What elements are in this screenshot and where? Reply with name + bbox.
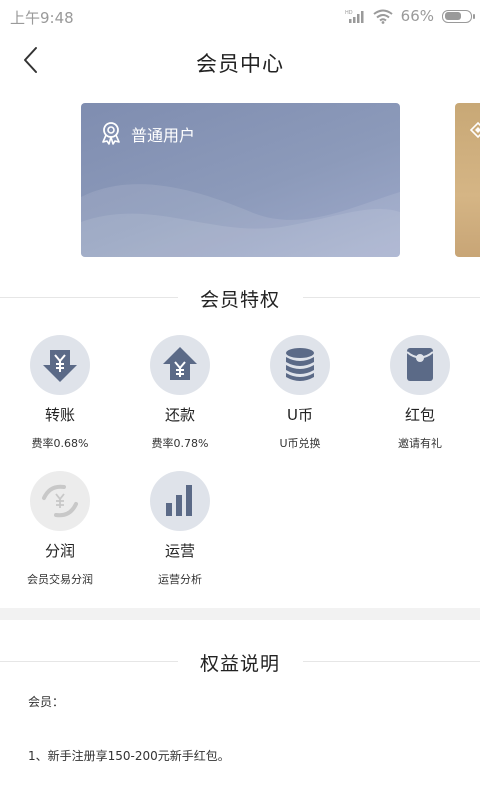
svg-text:HD: HD <box>345 10 353 16</box>
diamond-icon <box>469 121 480 139</box>
privilege-icon-circle <box>270 335 330 395</box>
privilege-name: 红包 <box>404 406 435 424</box>
wifi-icon <box>373 9 393 24</box>
privilege-repay[interactable]: 还款 费率0.78% <box>120 335 240 451</box>
rights-header: 权益说明 <box>0 647 480 677</box>
battery-icon <box>442 9 475 23</box>
privilege-operations[interactable]: 运营 运营分析 <box>120 471 240 587</box>
red-envelope-icon <box>406 348 434 381</box>
privilege-transfer[interactable]: 转账 费率0.68% <box>0 335 120 451</box>
coin-stack-icon <box>286 348 314 381</box>
privilege-name: 还款 <box>164 406 195 424</box>
privilege-name: 分润 <box>44 542 75 560</box>
privilege-desc: 费率0.78% <box>151 437 209 450</box>
repay-up-icon <box>163 347 197 380</box>
status-bar: 上午9:48 HD 66% <box>0 0 480 32</box>
profit-share-icon <box>42 484 78 518</box>
privileges-title: 会员特权 <box>199 289 280 311</box>
membership-card-next[interactable] <box>455 103 480 257</box>
privileges-header: 会员特权 <box>0 283 480 313</box>
hd-signal-icon: HD <box>345 10 364 23</box>
bar-chart-icon <box>166 485 192 516</box>
rights-line-1: 1、新手注册享150-200元新手红包。 <box>28 749 230 763</box>
transfer-down-icon <box>43 350 77 382</box>
privilege-icon-circle <box>30 471 90 531</box>
privilege-name: 转账 <box>44 406 75 424</box>
privilege-desc: 会员交易分润 <box>27 573 93 586</box>
privilege-desc: 运营分析 <box>158 573 202 586</box>
nav-bar: 会员中心 <box>0 32 480 92</box>
section-separator <box>0 608 480 620</box>
membership-card-current[interactable]: 普通用户 <box>81 103 400 257</box>
privilege-red-envelope[interactable]: 红包 邀请有礼 <box>360 335 480 451</box>
privilege-desc: 费率0.68% <box>31 437 89 450</box>
page-title: 会员中心 <box>196 52 284 76</box>
privilege-icon-circle <box>390 335 450 395</box>
card-wave-decoration <box>81 184 400 257</box>
status-time: 上午9:48 <box>10 9 74 27</box>
rights-title: 权益说明 <box>199 653 280 675</box>
membership-card-carousel[interactable]: 普通用户 <box>0 103 480 259</box>
privilege-desc: 邀请有礼 <box>398 437 442 450</box>
medal-icon <box>102 122 120 145</box>
rights-line-member: 会员： <box>28 695 65 709</box>
privilege-name: U币 <box>287 406 313 424</box>
privilege-icon-circle <box>30 335 90 395</box>
privilege-profit-share[interactable]: 分润 会员交易分润 <box>0 471 120 587</box>
privilege-name: 运营 <box>164 542 195 560</box>
status-icons: HD 66% <box>337 6 475 26</box>
privilege-desc: U币兑换 <box>279 437 321 450</box>
privilege-ucoin[interactable]: U币 U币兑换 <box>240 335 360 451</box>
privilege-icon-circle <box>150 335 210 395</box>
battery-percent: 66% <box>400 7 434 25</box>
membership-level-label: 普通用户 <box>131 126 196 145</box>
privilege-icon-circle <box>150 471 210 531</box>
